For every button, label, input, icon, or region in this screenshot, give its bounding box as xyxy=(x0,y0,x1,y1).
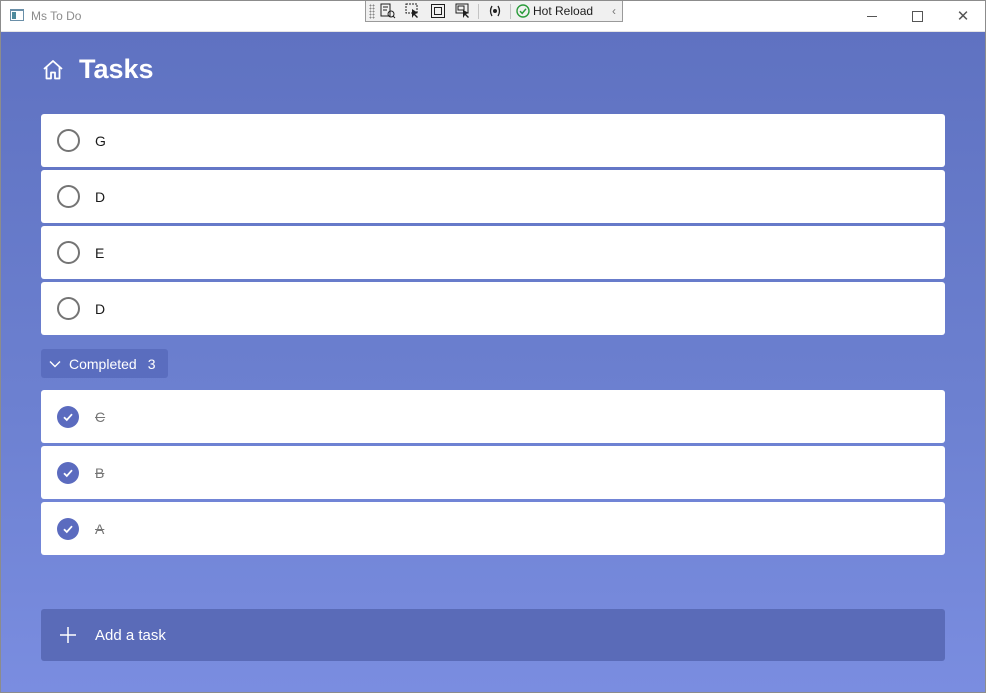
plus-icon xyxy=(60,627,76,643)
task-title: D xyxy=(95,300,106,317)
completed-section-toggle[interactable]: Completed 3 xyxy=(41,349,168,378)
task-checkbox-checked[interactable] xyxy=(57,517,79,540)
task-item[interactable]: D xyxy=(41,170,945,223)
select-element-icon[interactable] xyxy=(400,2,425,21)
task-item[interactable]: G xyxy=(41,114,945,167)
window-title: Ms To Do xyxy=(31,9,82,23)
binding-failures-icon[interactable] xyxy=(482,2,507,21)
checkmark-icon xyxy=(63,413,73,421)
chevron-down-icon xyxy=(49,360,61,367)
page-header: Tasks xyxy=(41,54,154,85)
task-item[interactable]: D xyxy=(41,282,945,335)
task-checkbox[interactable] xyxy=(57,297,80,320)
task-checkbox[interactable] xyxy=(57,185,80,208)
task-checkbox-checked[interactable] xyxy=(57,405,79,428)
hot-reload-label: Hot Reload xyxy=(533,4,594,18)
add-task-button[interactable]: Add a task xyxy=(41,609,945,661)
task-title: D xyxy=(95,188,106,205)
completed-count: 3 xyxy=(147,355,156,372)
show-in-live-visual-tree-icon[interactable] xyxy=(375,2,400,21)
main-content: Tasks G D E D Completed 3 C B A Add a ta… xyxy=(1,32,985,692)
task-title: A xyxy=(95,520,105,537)
task-title: C xyxy=(95,408,106,425)
task-title: G xyxy=(95,132,106,149)
app-icon xyxy=(10,9,24,21)
task-item[interactable]: E xyxy=(41,226,945,279)
task-checkbox[interactable] xyxy=(57,241,80,264)
checkmark-icon xyxy=(63,469,73,477)
task-title: B xyxy=(95,464,105,481)
close-icon: ✕ xyxy=(956,8,970,25)
maximize-icon xyxy=(911,10,923,22)
checkmark-icon xyxy=(63,525,73,533)
xaml-debug-toolbar: Hot Reload ‹ xyxy=(365,1,623,22)
close-button[interactable]: ✕ xyxy=(940,1,985,31)
task-title: E xyxy=(95,244,105,261)
display-layout-adorners-icon[interactable] xyxy=(425,2,450,21)
completed-task-item[interactable]: A xyxy=(41,502,945,555)
toolbar-separator xyxy=(478,3,479,19)
title-bar[interactable]: Ms To Do Hot Reload ‹ ✕ xyxy=(1,1,985,32)
completed-label: Completed xyxy=(69,355,137,372)
track-focused-element-icon[interactable] xyxy=(450,2,475,21)
minimize-button[interactable] xyxy=(849,1,895,31)
collapse-toolbar-icon[interactable]: ‹ xyxy=(612,4,616,18)
check-circle-icon xyxy=(516,4,530,18)
hot-reload-status[interactable]: Hot Reload xyxy=(516,4,593,18)
app-window: Ms To Do Hot Reload ‹ ✕ Tasks G D E D Co… xyxy=(0,0,986,693)
completed-task-item[interactable]: C xyxy=(41,390,945,443)
add-task-label: Add a task xyxy=(95,626,166,644)
home-icon xyxy=(43,59,63,79)
task-checkbox-checked[interactable] xyxy=(57,461,79,484)
minimize-icon xyxy=(867,15,877,17)
task-checkbox[interactable] xyxy=(57,129,80,152)
completed-task-item[interactable]: B xyxy=(41,446,945,499)
toolbar-separator xyxy=(510,3,511,19)
maximize-button[interactable] xyxy=(894,1,940,31)
page-title: Tasks xyxy=(79,54,154,84)
